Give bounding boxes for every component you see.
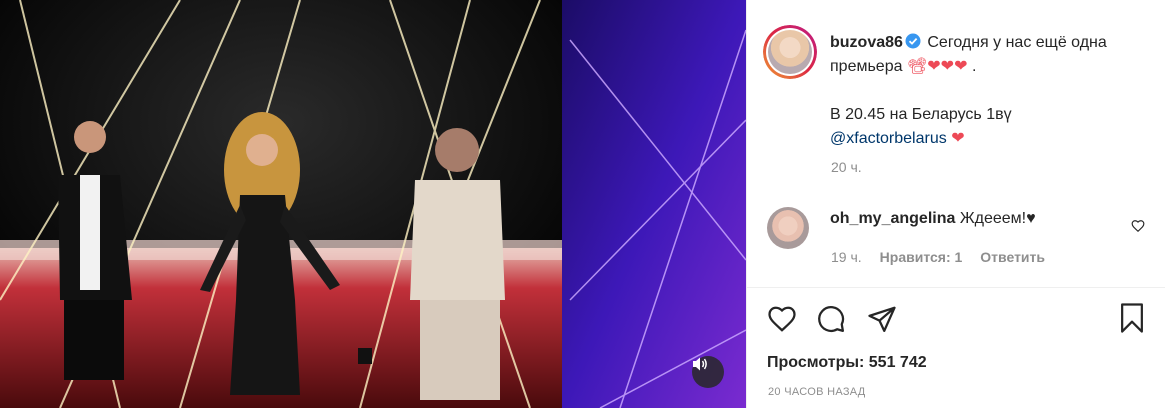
comment-reply-button[interactable]: Ответить [980,249,1045,265]
post-date[interactable]: 20 ЧАСОВ НАЗАД [768,386,866,398]
mention-link[interactable]: @xfactorbelarus [830,130,947,147]
comment-icon[interactable] [816,304,846,334]
comment-text: Ждееем!♥ [959,210,1036,227]
post-video[interactable] [0,0,746,408]
caption-dot: . [971,58,977,75]
bookmark-icon[interactable] [1117,302,1147,334]
comment-likes[interactable]: Нравится: 1 [880,249,963,265]
mention-emoji: ❤ [951,130,965,147]
verified-icon [905,33,921,49]
comment: oh_my_angelina Ждееем!♥ [830,207,1036,231]
video-frame [0,0,746,408]
post-time[interactable]: 20 ч. [831,159,862,175]
comment-time[interactable]: 19 ч. [831,249,862,265]
post-caption: buzova86 Сегодня у нас ещё одна премьера… [830,31,1130,151]
caption-line-2: В 20.45 на Беларусь 1вү [830,106,1012,123]
author-username[interactable]: buzova86 [830,34,903,51]
speaker-icon [693,357,707,371]
commenter-username[interactable]: oh_my_angelina [830,210,955,227]
comment-like-heart-icon[interactable] [1131,219,1145,233]
author-avatar[interactable] [763,25,817,79]
heart-icon[interactable] [767,304,797,334]
share-icon[interactable] [867,304,897,334]
sound-toggle-button[interactable] [692,356,724,388]
commenter-avatar[interactable] [767,207,809,249]
caption-emojis: 📽❤❤❤ [906,58,968,75]
view-count[interactable]: Просмотры: 551 742 [767,354,927,372]
divider [747,287,1165,288]
comment-meta: 19 ч. Нравится: 1 Ответить [831,249,1045,265]
